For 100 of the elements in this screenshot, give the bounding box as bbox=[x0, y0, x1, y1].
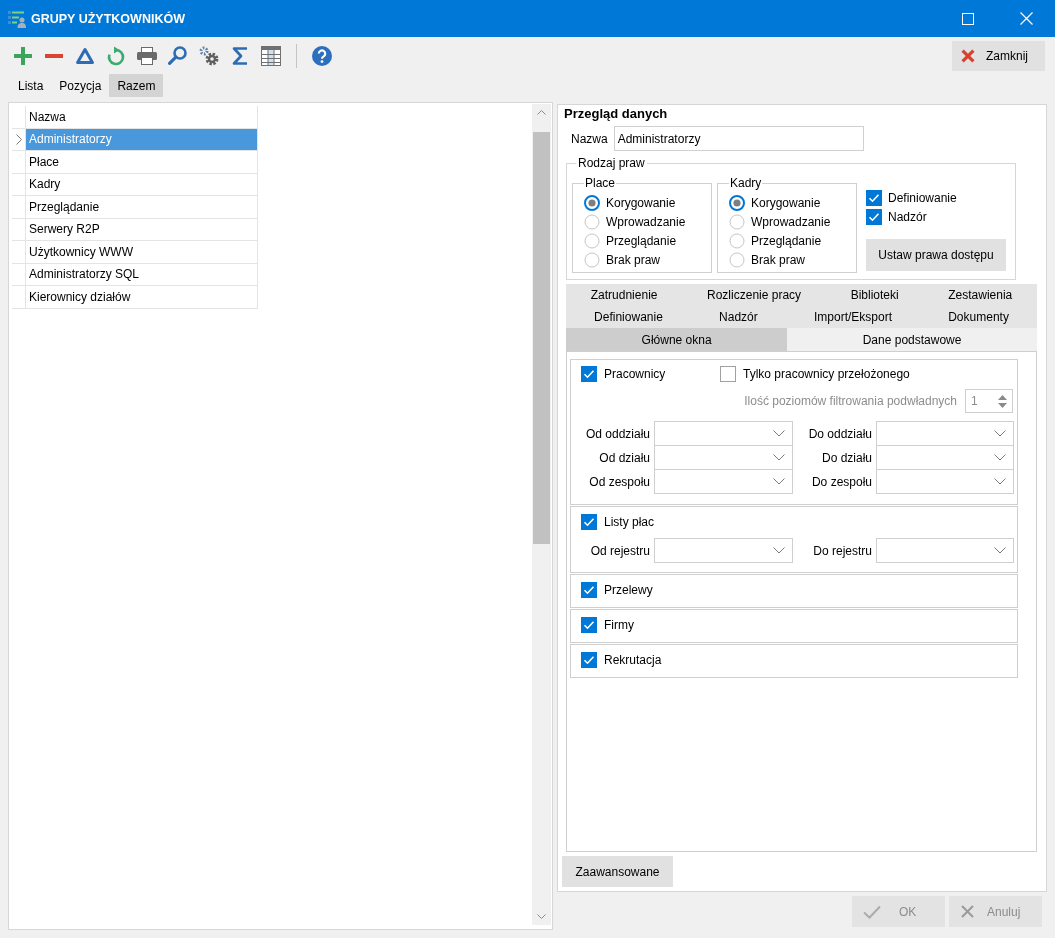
module-tab[interactable]: Zatrudnienie bbox=[566, 284, 683, 306]
printer-icon[interactable] bbox=[136, 46, 157, 65]
module-tab[interactable]: Import/Eksport bbox=[785, 306, 921, 328]
check-icon bbox=[863, 904, 881, 919]
checkbox[interactable] bbox=[866, 189, 882, 206]
checkbox[interactable] bbox=[581, 514, 597, 530]
checkbox-label: Przelewy bbox=[604, 583, 653, 597]
dropdown-field[interactable] bbox=[654, 445, 793, 470]
module-tab[interactable]: Dokumenty bbox=[920, 306, 1037, 328]
radio-button[interactable] bbox=[584, 251, 600, 268]
radio-label: Brak praw bbox=[606, 252, 661, 267]
chevron-down-icon bbox=[994, 430, 1006, 437]
radio-button[interactable] bbox=[729, 194, 745, 211]
checkbox[interactable] bbox=[866, 208, 882, 225]
set-access-button[interactable]: Ustaw prawa dostępu bbox=[866, 239, 1006, 271]
list-item[interactable]: Kierownicy działów bbox=[26, 286, 258, 309]
close-icon[interactable] bbox=[1020, 12, 1033, 25]
field-label: Do oddziału bbox=[807, 426, 873, 441]
radio-button[interactable] bbox=[584, 232, 600, 249]
checkbox-label: Nadzór bbox=[888, 209, 927, 224]
group-title: Rodzaj praw bbox=[577, 156, 646, 170]
list-item[interactable]: Płace bbox=[26, 151, 258, 174]
field-label: Do zespołu bbox=[810, 474, 873, 489]
view-tab[interactable]: Lista bbox=[10, 74, 52, 97]
chevron-down-icon bbox=[773, 547, 785, 554]
checkbox-label: Firmy bbox=[604, 618, 634, 632]
dropdown-field[interactable] bbox=[876, 538, 1014, 563]
list-person-icon bbox=[8, 9, 26, 28]
module-tab[interactable]: Zestawienia bbox=[923, 284, 1037, 306]
radio-label: Przeglądanie bbox=[606, 233, 677, 248]
chevron-down-icon bbox=[994, 547, 1006, 554]
list-item[interactable]: Użytkownicy WWW bbox=[26, 241, 258, 264]
group-title: Place bbox=[584, 176, 617, 190]
sum-icon[interactable] bbox=[231, 46, 248, 65]
table-columns-icon[interactable] bbox=[260, 45, 281, 66]
scrollbar-thumb[interactable] bbox=[533, 132, 550, 544]
module-tab[interactable]: Dane podstawowe bbox=[787, 328, 1037, 351]
radio-label: Brak praw bbox=[751, 252, 806, 267]
dropdown-field[interactable] bbox=[654, 421, 793, 446]
field-label: Od rejestru bbox=[589, 543, 651, 558]
checkbox-label: Rekrutacja bbox=[604, 653, 662, 667]
list-item[interactable]: Przeglądanie bbox=[26, 196, 258, 219]
plus-icon[interactable] bbox=[13, 46, 32, 65]
scrollbar[interactable] bbox=[532, 104, 551, 925]
advanced-button[interactable]: Zaawansowane bbox=[562, 856, 673, 887]
dropdown-field[interactable] bbox=[654, 538, 793, 563]
field-label: Od oddziału bbox=[584, 426, 651, 441]
window-title: GRUPY UŻYTKOWNIKÓW bbox=[31, 11, 185, 26]
module-tab[interactable]: Nadzór bbox=[690, 306, 786, 328]
chevron-down-icon bbox=[773, 454, 785, 461]
field-label: Nazwa bbox=[571, 131, 608, 146]
refresh-icon[interactable] bbox=[105, 45, 126, 66]
maximize-icon[interactable] bbox=[962, 12, 974, 25]
view-tab[interactable]: Pozycja bbox=[51, 74, 110, 97]
panel-title: Przegląd danych bbox=[564, 106, 669, 122]
radio-label: Wprowadzanie bbox=[751, 214, 831, 229]
field-label: Ilość poziomów filtrowania podwładnych bbox=[744, 394, 957, 408]
checkbox[interactable] bbox=[581, 366, 597, 382]
minus-icon[interactable] bbox=[44, 53, 63, 58]
row-pointer-icon bbox=[15, 133, 22, 145]
chevron-up-icon[interactable] bbox=[537, 110, 546, 115]
module-tab[interactable]: Główne okna bbox=[566, 328, 788, 351]
radio-label: Przeglądanie bbox=[751, 233, 822, 248]
radio-button[interactable] bbox=[729, 251, 745, 268]
module-tab[interactable]: Biblioteki bbox=[825, 284, 924, 306]
dropdown-field[interactable] bbox=[654, 469, 793, 494]
dropdown-field[interactable] bbox=[876, 445, 1014, 470]
chevron-down-icon[interactable] bbox=[537, 914, 546, 919]
chevron-down-icon bbox=[773, 478, 785, 485]
cross-icon bbox=[961, 905, 974, 918]
checkbox[interactable] bbox=[581, 582, 597, 598]
checkbox[interactable] bbox=[581, 652, 597, 668]
triangle-icon[interactable] bbox=[75, 47, 94, 64]
radio-button[interactable] bbox=[584, 213, 600, 230]
help-icon[interactable] bbox=[311, 45, 332, 66]
field-label: Do rejestru bbox=[812, 543, 873, 558]
list-item[interactable]: Serwery R2P bbox=[26, 218, 258, 241]
module-tab[interactable]: Definiowanie bbox=[566, 306, 691, 328]
radio-button[interactable] bbox=[584, 194, 600, 211]
view-tab[interactable]: Razem bbox=[109, 74, 164, 97]
list-item[interactable]: Administratorzy SQL bbox=[26, 263, 258, 286]
radio-label: Korygowanie bbox=[606, 195, 676, 210]
chevron-down-icon bbox=[773, 430, 785, 437]
cross-icon bbox=[961, 48, 975, 63]
dropdown-field[interactable] bbox=[876, 421, 1014, 446]
checkbox[interactable] bbox=[720, 366, 736, 382]
close-button[interactable]: Zamknij bbox=[952, 40, 1045, 71]
module-tab[interactable]: Rozliczenie pracy bbox=[682, 284, 826, 306]
search-icon[interactable] bbox=[168, 46, 187, 65]
checkbox[interactable] bbox=[581, 617, 597, 633]
column-header[interactable]: Nazwa bbox=[26, 106, 258, 129]
chevron-down-icon bbox=[994, 478, 1006, 485]
list-item[interactable]: Kadry bbox=[26, 173, 258, 196]
radio-button[interactable] bbox=[729, 232, 745, 249]
gears-icon[interactable] bbox=[198, 45, 219, 66]
group-title: Kadry bbox=[729, 176, 763, 190]
radio-button[interactable] bbox=[729, 213, 745, 230]
field-label: Do działu bbox=[820, 450, 873, 465]
dropdown-field[interactable] bbox=[876, 469, 1014, 494]
name-field[interactable]: Administratorzy bbox=[613, 126, 864, 151]
